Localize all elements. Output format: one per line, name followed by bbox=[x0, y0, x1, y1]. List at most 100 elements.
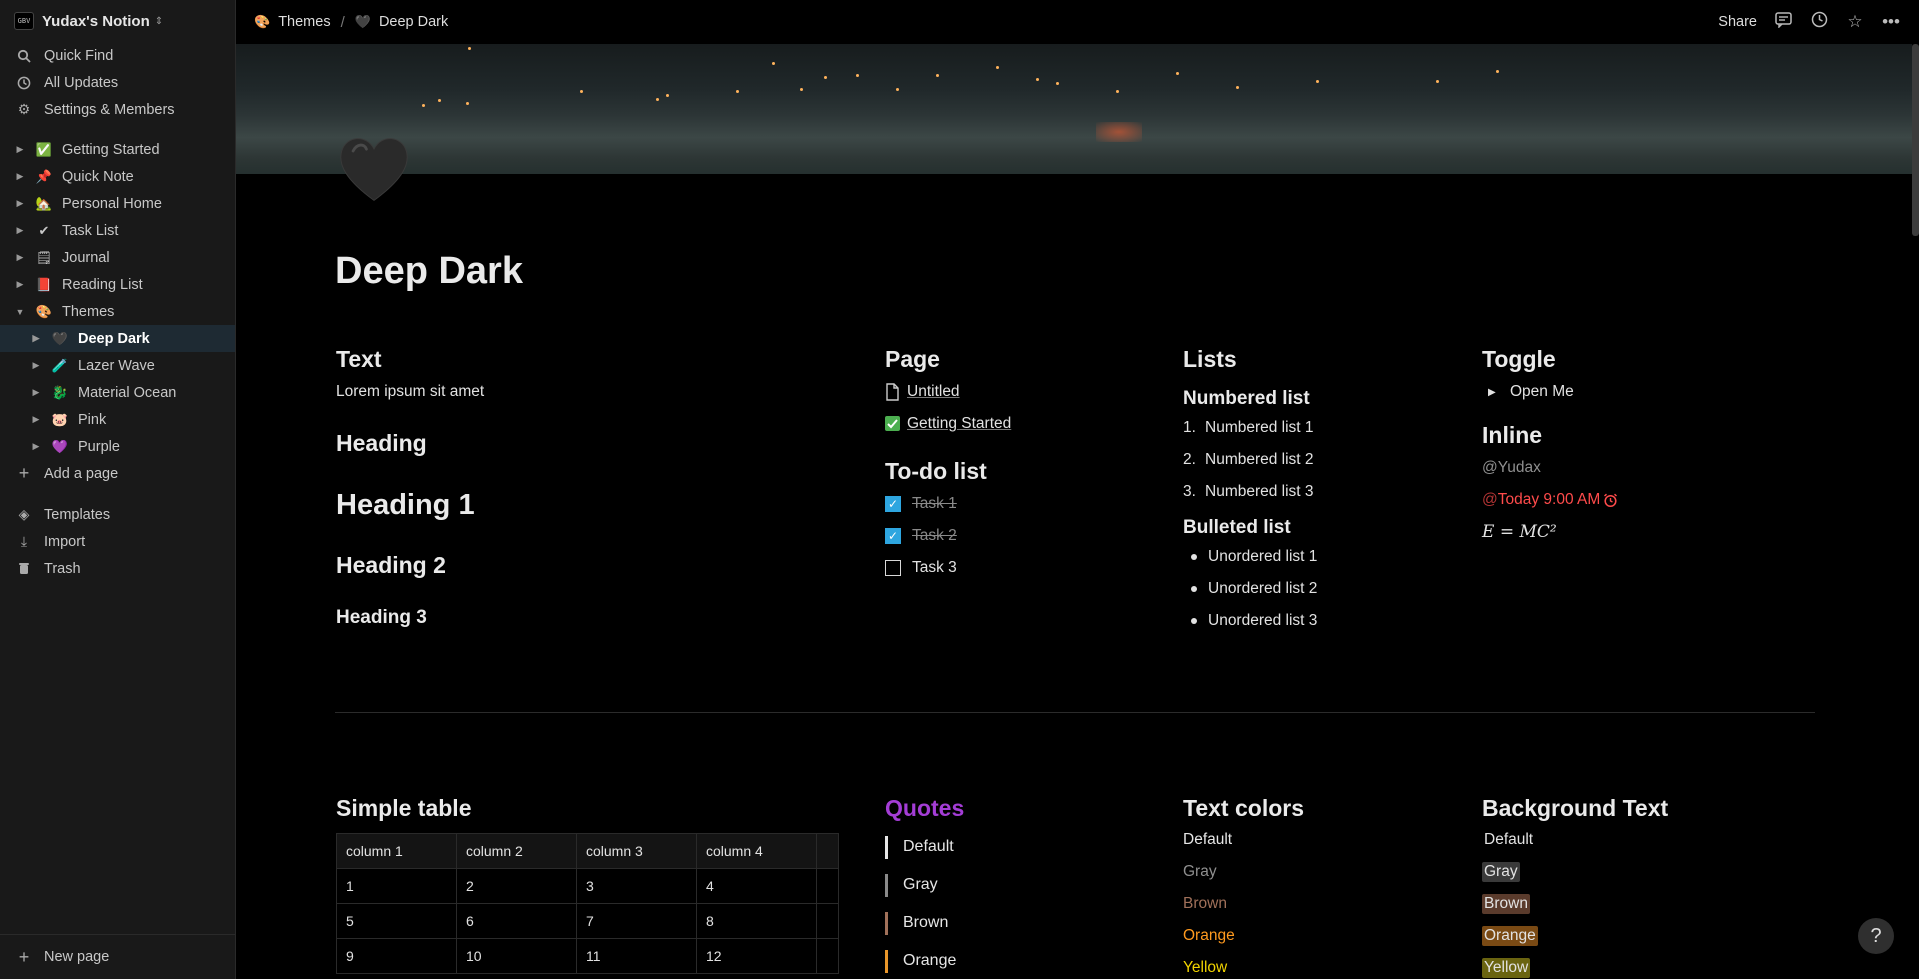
triangle-right-icon[interactable]: ▶ bbox=[30, 360, 42, 371]
todo-heading[interactable]: To-do list bbox=[885, 458, 1011, 485]
help-button[interactable]: ? bbox=[1858, 918, 1894, 954]
lorem-text[interactable]: Lorem ipsum sit amet bbox=[336, 376, 484, 408]
sidebar-page-item[interactable]: ▼ 🎨 Themes bbox=[0, 298, 235, 325]
breadcrumb-themes[interactable]: 🎨 Themes bbox=[254, 14, 331, 30]
numbered-item[interactable]: 1. Numbered list 1 bbox=[1183, 412, 1317, 444]
heading-plain[interactable]: Heading bbox=[336, 430, 484, 457]
quotes-heading[interactable]: Quotes bbox=[885, 795, 964, 822]
user-mention[interactable]: @Yudax bbox=[1482, 452, 1618, 484]
simple-table-heading[interactable]: Simple table bbox=[336, 795, 839, 822]
table-cell[interactable]: 5 bbox=[336, 903, 457, 939]
inline-heading[interactable]: Inline bbox=[1482, 422, 1618, 449]
bg-text-sample[interactable]: Default bbox=[1482, 824, 1668, 856]
date-mention[interactable]: @ Today 9:00 AM bbox=[1482, 484, 1618, 516]
equation[interactable]: E = MC² bbox=[1482, 516, 1618, 548]
table-cell-empty[interactable] bbox=[816, 868, 839, 904]
new-page-button[interactable]: + New page bbox=[0, 934, 235, 979]
checked-checkbox[interactable]: ✓ bbox=[885, 528, 901, 544]
table-cell[interactable]: column 4 bbox=[696, 833, 817, 869]
table-cell[interactable]: 6 bbox=[456, 903, 577, 939]
sidebar-theme-item[interactable]: ▶ 🖤 Deep Dark bbox=[0, 325, 235, 352]
triangle-down-icon[interactable]: ▼ bbox=[14, 307, 26, 317]
numbered-item[interactable]: 3. Numbered list 3 bbox=[1183, 476, 1317, 508]
todo-item[interactable]: Task 3 bbox=[885, 552, 1011, 584]
sidebar-theme-item[interactable]: ▶ 🐷 Pink bbox=[0, 406, 235, 433]
quote-block[interactable]: Default bbox=[885, 828, 964, 866]
quick-find[interactable]: Quick Find bbox=[0, 42, 235, 69]
history-icon[interactable] bbox=[1809, 11, 1829, 33]
bulleted-item[interactable]: Unordered list 1 bbox=[1183, 541, 1317, 573]
page-link-getting-started[interactable]: Getting Started bbox=[885, 408, 1011, 440]
text-colors-heading[interactable]: Text colors bbox=[1183, 795, 1304, 822]
heading-3[interactable]: Heading 3 bbox=[336, 607, 484, 629]
numbered-item[interactable]: 2. Numbered list 2 bbox=[1183, 444, 1317, 476]
sidebar-theme-item[interactable]: ▶ 💜 Purple bbox=[0, 433, 235, 460]
triangle-right-icon[interactable]: ▶ bbox=[30, 414, 42, 425]
sidebar-theme-item[interactable]: ▶ 🐉 Material Ocean bbox=[0, 379, 235, 406]
triangle-right-icon[interactable]: ▶ bbox=[14, 252, 26, 263]
quote-block[interactable]: Brown bbox=[885, 904, 964, 942]
workspace-switcher[interactable]: GBV Yudax's Notion ⇕ bbox=[0, 0, 235, 42]
table-cell[interactable]: 2 bbox=[456, 868, 577, 904]
table-cell[interactable]: 9 bbox=[336, 938, 457, 974]
text-color-sample[interactable]: Gray bbox=[1183, 856, 1304, 888]
add-page[interactable]: + Add a page bbox=[0, 460, 235, 487]
lists-heading[interactable]: Lists bbox=[1183, 346, 1317, 373]
bulleted-item[interactable]: Unordered list 2 bbox=[1183, 573, 1317, 605]
cover-image[interactable] bbox=[236, 44, 1912, 174]
todo-item[interactable]: ✓ Task 1 bbox=[885, 488, 1011, 520]
sidebar-page-item[interactable]: ▶ 📌 Quick Note bbox=[0, 163, 235, 190]
triangle-right-icon[interactable]: ▶ bbox=[14, 171, 26, 182]
quote-block[interactable]: Gray bbox=[885, 866, 964, 904]
unchecked-checkbox[interactable] bbox=[885, 560, 901, 576]
text-color-sample[interactable]: Default bbox=[1183, 824, 1304, 856]
breadcrumb-deep-dark[interactable]: 🖤 Deep Dark bbox=[355, 14, 449, 30]
heading-1[interactable]: Heading 1 bbox=[336, 489, 484, 522]
table-cell[interactable]: column 2 bbox=[456, 833, 577, 869]
comment-icon[interactable] bbox=[1773, 11, 1793, 33]
sidebar-page-item[interactable]: ▶ 🏡 Personal Home bbox=[0, 190, 235, 217]
numbered-heading[interactable]: Numbered list bbox=[1183, 388, 1317, 410]
sidebar-page-item[interactable]: ▶ ✔ Task List bbox=[0, 217, 235, 244]
table-cell[interactable]: 12 bbox=[696, 938, 817, 974]
templates[interactable]: ◈ Templates bbox=[0, 501, 235, 528]
page-heading[interactable]: Page bbox=[885, 346, 1011, 373]
table-cell-empty[interactable] bbox=[816, 938, 839, 974]
quote-block[interactable]: Orange bbox=[885, 942, 964, 979]
table-cell-empty[interactable] bbox=[816, 833, 839, 869]
toggle-heading[interactable]: Toggle bbox=[1482, 346, 1618, 373]
table-cell[interactable]: 8 bbox=[696, 903, 817, 939]
bg-text-sample[interactable]: Orange bbox=[1482, 920, 1668, 952]
triangle-right-icon[interactable]: ▶ bbox=[30, 387, 42, 398]
sidebar-theme-item[interactable]: ▶ 🧪 Lazer Wave bbox=[0, 352, 235, 379]
bg-text-sample[interactable]: Brown bbox=[1482, 888, 1668, 920]
text-heading[interactable]: Text bbox=[336, 346, 484, 373]
sidebar-page-item[interactable]: ▶ ✅ Getting Started bbox=[0, 136, 235, 163]
checked-checkbox[interactable]: ✓ bbox=[885, 496, 901, 512]
all-updates[interactable]: All Updates bbox=[0, 69, 235, 96]
table-cell[interactable]: 10 bbox=[456, 938, 577, 974]
bg-text-sample[interactable]: Yellow bbox=[1482, 952, 1668, 979]
triangle-right-icon[interactable]: ▶ bbox=[14, 198, 26, 209]
triangle-right-icon[interactable]: ▶ bbox=[30, 333, 42, 344]
text-color-sample[interactable]: Orange bbox=[1183, 920, 1304, 952]
trash[interactable]: Trash bbox=[0, 555, 235, 582]
import[interactable]: ⤓ Import bbox=[0, 528, 235, 555]
share-button[interactable]: Share bbox=[1718, 14, 1757, 30]
star-icon[interactable]: ☆ bbox=[1845, 12, 1865, 32]
scrollbar[interactable] bbox=[1912, 44, 1919, 236]
triangle-right-icon[interactable]: ▶ bbox=[30, 441, 42, 452]
triangle-right-icon[interactable]: ▶ bbox=[14, 225, 26, 236]
page-link-untitled[interactable]: Untitled bbox=[885, 376, 1011, 408]
page-title[interactable]: Deep Dark bbox=[335, 250, 523, 293]
table-cell[interactable]: 11 bbox=[576, 938, 697, 974]
sidebar-page-item[interactable]: ▶ 🗒 Journal bbox=[0, 244, 235, 271]
text-color-sample[interactable]: Yellow bbox=[1183, 952, 1304, 979]
triangle-right-icon[interactable]: ▶ bbox=[14, 144, 26, 155]
more-icon[interactable]: ••• bbox=[1881, 12, 1901, 32]
settings-members[interactable]: ⚙ Settings & Members bbox=[0, 96, 235, 123]
toggle-block[interactable]: ▶ Open Me bbox=[1482, 376, 1618, 408]
table-cell[interactable]: column 1 bbox=[336, 833, 457, 869]
triangle-right-icon[interactable]: ▶ bbox=[14, 279, 26, 290]
table-cell[interactable]: 1 bbox=[336, 868, 457, 904]
